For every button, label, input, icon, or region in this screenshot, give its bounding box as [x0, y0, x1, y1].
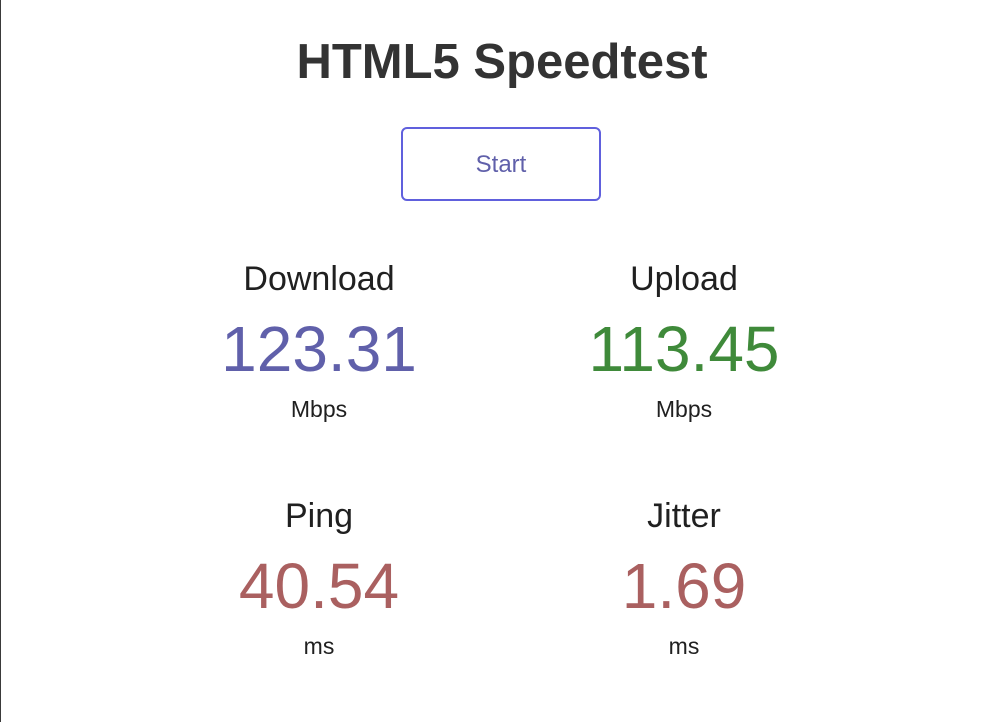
page-title: HTML5 Speedtest — [296, 35, 708, 89]
jitter-unit: ms — [668, 633, 700, 659]
download-unit: Mbps — [290, 396, 348, 422]
jitter-metric: Jitter 1.69 ms — [534, 496, 834, 660]
ping-value: 40.54 — [238, 550, 400, 622]
start-button[interactable]: Start — [401, 127, 601, 201]
window-edge — [0, 0, 1, 722]
upload-metric: Upload 113.45 Mbps — [534, 259, 834, 423]
upload-value: 113.45 — [588, 313, 780, 385]
upload-label: Upload — [630, 260, 738, 298]
jitter-label: Jitter — [647, 497, 721, 535]
download-metric: Download 123.31 Mbps — [169, 259, 469, 423]
jitter-value: 1.69 — [621, 550, 747, 622]
ping-metric: Ping 40.54 ms — [169, 496, 469, 660]
upload-unit: Mbps — [655, 396, 713, 422]
ping-unit: ms — [303, 633, 335, 659]
download-value: 123.31 — [221, 313, 417, 385]
download-label: Download — [243, 260, 395, 298]
ping-label: Ping — [284, 497, 354, 535]
speedtest-page: HTML5 Speedtest Start Download 123.31 Mb… — [0, 0, 1000, 722]
